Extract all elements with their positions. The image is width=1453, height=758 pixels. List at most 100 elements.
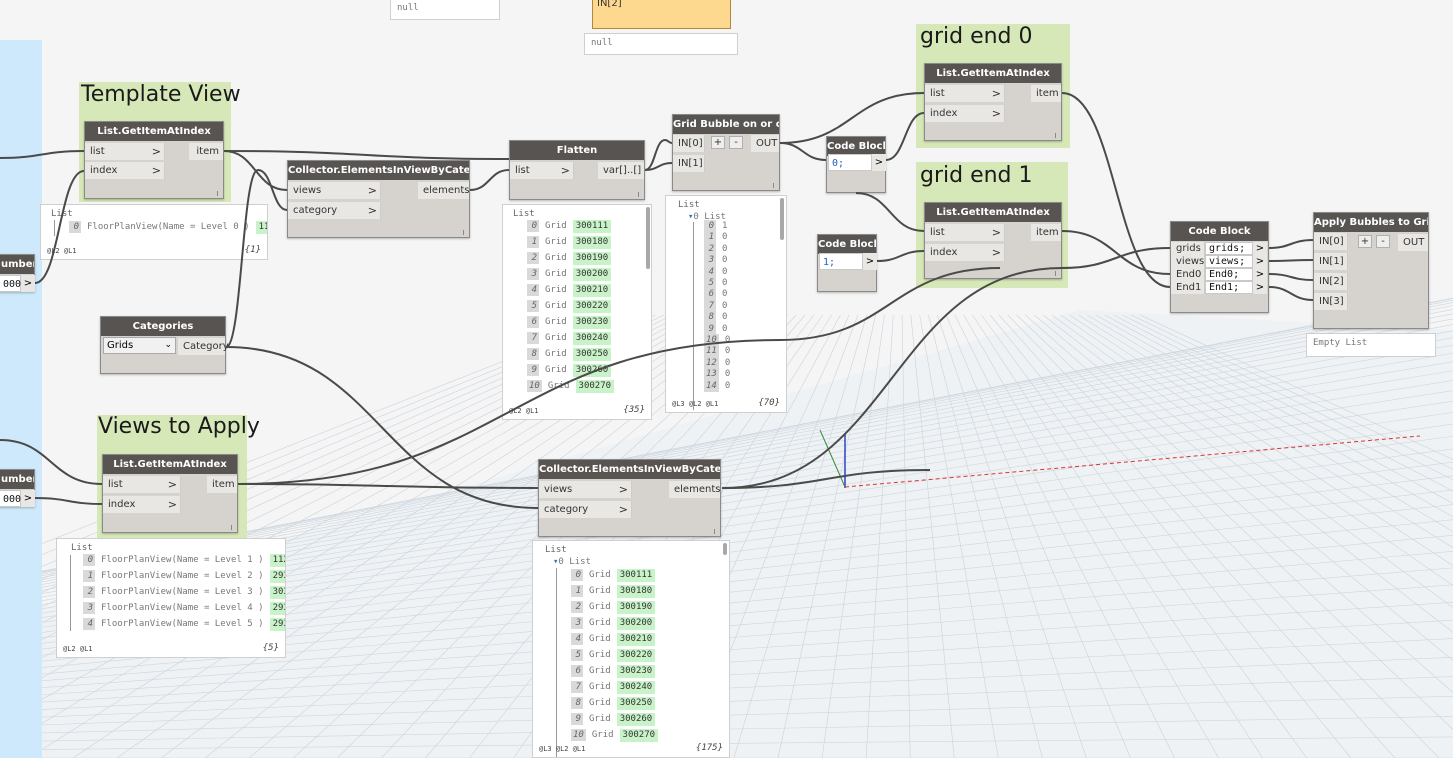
flatten-list-port[interactable]: list >: [510, 162, 574, 179]
top-null-output-right: null: [584, 33, 738, 55]
number-top-out-port[interactable]: >: [21, 275, 35, 292]
remove-input-button[interactable]: -: [1376, 235, 1390, 248]
top-null-left-text: null: [397, 3, 419, 13]
flatten-node[interactable]: Flatten list > var[]..[]: [509, 140, 645, 200]
get-item-end1-list-port[interactable]: list >: [925, 224, 1005, 241]
resize-handle: [1055, 133, 1057, 138]
list-item: 30: [704, 254, 727, 267]
collector-bottom-elements-port[interactable]: elements: [669, 481, 720, 498]
number-node-top[interactable]: umber 000 >: [0, 254, 35, 292]
resize-handle: [1055, 271, 1057, 276]
code-block-0-code[interactable]: 0;: [828, 154, 872, 171]
top-orange-node[interactable]: IN[2]: [592, 0, 731, 29]
code-block-main-line[interactable]: grids;: [1205, 242, 1253, 255]
collector-node-top[interactable]: Collector.ElementsInViewByCategory views…: [287, 160, 470, 238]
preview-template-row: 0FloorPlanView(Name = Level 0 )1129: [69, 220, 267, 235]
get-item-views-index-port[interactable]: index >: [103, 496, 181, 513]
top-orange-port-label: IN[2]: [597, 0, 622, 9]
number-top-value[interactable]: 000: [0, 275, 21, 292]
code-block-1-code[interactable]: 1;: [819, 253, 863, 270]
grid-bubble-out-port[interactable]: OUT: [751, 135, 779, 152]
get-item-end1-item-port[interactable]: item: [1031, 224, 1061, 241]
preview-collector-bottom: List ▾0 List 0 Grid 300111 1 Grid 300180 2 Grid…: [532, 540, 730, 758]
list-item: 70: [704, 299, 727, 312]
get-item-views-list-port[interactable]: list >: [103, 476, 181, 493]
code-block-main-out-port[interactable]: >: [1253, 281, 1267, 294]
list-item: 0FloorPlanView(Name = Level 1 )1129: [83, 553, 285, 568]
code-block-main-out-port[interactable]: >: [1253, 255, 1267, 268]
get-item-template-index-port[interactable]: index >: [85, 162, 165, 179]
add-input-button[interactable]: +: [1358, 235, 1372, 248]
number-bottom-out-port[interactable]: >: [21, 490, 35, 507]
apply-bubbles-out-port[interactable]: OUT: [1398, 234, 1428, 251]
collector-bottom-views-port[interactable]: views >: [539, 481, 632, 498]
categories-dropdown[interactable]: Grids ⌄: [103, 337, 176, 354]
get-item-template-list-port[interactable]: list >: [85, 143, 165, 160]
number-bottom-value[interactable]: 000: [0, 490, 21, 507]
code-block-main-line[interactable]: views;: [1205, 255, 1253, 268]
list-item: 0 Grid 300111: [527, 219, 612, 234]
code-block-main-out-port[interactable]: >: [1253, 242, 1267, 255]
list-item: 2 Grid 300190: [527, 251, 612, 266]
scrollbar[interactable]: [780, 198, 784, 240]
collector-top-title: Collector.ElementsInViewByCategory: [288, 161, 469, 180]
get-item-node-end0[interactable]: List.GetItemAtIndex list > index > item: [924, 63, 1062, 141]
add-input-button[interactable]: +: [711, 136, 725, 149]
get-item-views-item-port[interactable]: item: [207, 476, 237, 493]
grid-bubble-node[interactable]: Grid Bubble on or off IN[0] IN[1] + - OU…: [672, 114, 780, 191]
scrollbar[interactable]: [646, 207, 650, 269]
code-block-main-out-port[interactable]: >: [1253, 268, 1267, 281]
get-item-end0-list-port[interactable]: list >: [925, 85, 1005, 102]
code-block-main-in-port[interactable]: End1: [1171, 281, 1205, 294]
code-block-main-in-port[interactable]: grids: [1171, 242, 1205, 255]
list-item: 0 Grid 300111: [571, 568, 656, 583]
resize-handle: [638, 192, 640, 197]
collector-bottom-category-port[interactable]: category >: [539, 501, 632, 518]
categories-out-port[interactable]: Category: [178, 338, 229, 355]
get-item-node-template[interactable]: List.GetItemAtIndex list > index > item: [84, 121, 224, 199]
number-node-bottom[interactable]: umber 000 >: [0, 469, 35, 507]
apply-bubbles-in-port[interactable]: IN[3]: [1314, 293, 1348, 310]
node-canvas[interactable]: Template View Views to Apply grid end 0 …: [0, 0, 1453, 758]
code-block-1-out-port[interactable]: >: [863, 253, 877, 270]
top-null-output-left: null: [390, 0, 500, 20]
grid-bubble-in1-port[interactable]: IN[1]: [673, 155, 705, 172]
code-block-main-line[interactable]: End1;: [1205, 281, 1253, 294]
list-item: 7 Grid 300240: [571, 680, 656, 695]
code-block-node-0[interactable]: Code Block 0; >: [826, 136, 886, 193]
code-block-node-1[interactable]: Code Block 1; >: [817, 234, 877, 292]
list-item: 4 Grid 300210: [571, 632, 656, 647]
list-item: 7 Grid 300240: [527, 331, 612, 346]
get-item-node-views[interactable]: List.GetItemAtIndex list > index > item: [102, 454, 238, 533]
get-item-end0-index-port[interactable]: index >: [925, 105, 1005, 122]
resize-handle: [773, 183, 775, 188]
collector-top-elements-port[interactable]: elements: [418, 182, 469, 199]
apply-bubbles-in-port[interactable]: IN[0]: [1314, 233, 1348, 250]
code-block-main-in-port[interactable]: views: [1171, 255, 1205, 268]
list-item: 1 Grid 300180: [571, 584, 656, 599]
flatten-out-port[interactable]: var[]..[]: [598, 162, 644, 179]
collector-node-bottom[interactable]: Collector.ElementsInViewByCategory views…: [538, 459, 721, 537]
collector-top-views-port[interactable]: views >: [288, 182, 381, 199]
remove-input-button[interactable]: -: [729, 136, 743, 149]
code-block-0-out-port[interactable]: >: [872, 154, 886, 171]
get-item-template-item-port[interactable]: item: [189, 143, 223, 160]
get-item-node-end1[interactable]: List.GetItemAtIndex list > index > item: [924, 202, 1062, 279]
code-block-main-in-port[interactable]: End0: [1171, 268, 1205, 281]
preview-flatten-count: {35}: [623, 405, 645, 415]
code-block-main-line[interactable]: End0;: [1205, 268, 1253, 281]
scrollbar[interactable]: [723, 543, 727, 555]
grid-bubble-in0-port[interactable]: IN[0]: [673, 135, 705, 152]
get-item-end0-item-port[interactable]: item: [1031, 85, 1061, 102]
apply-bubbles-in-port[interactable]: IN[2]: [1314, 273, 1348, 290]
number-node-top-title: umber: [0, 255, 34, 274]
preview-template-levels: @L2 @L1: [47, 247, 77, 255]
code-block-node-main[interactable]: Code Block grids grids; > views views; > End0 E…: [1170, 221, 1269, 313]
get-item-end1-index-port[interactable]: index >: [925, 244, 1005, 261]
collector-top-category-port[interactable]: category >: [288, 202, 381, 219]
apply-bubbles-in-port[interactable]: IN[1]: [1314, 253, 1348, 270]
list-item: 5 Grid 300220: [527, 299, 612, 314]
categories-node[interactable]: Categories Grids ⌄ Category: [100, 316, 229, 374]
apply-bubbles-node[interactable]: Apply Bubbles to Grids IN[0] IN[1] IN[2] IN…: [1313, 212, 1429, 329]
preview-flatten-levels: @L2 @L1: [509, 407, 539, 415]
